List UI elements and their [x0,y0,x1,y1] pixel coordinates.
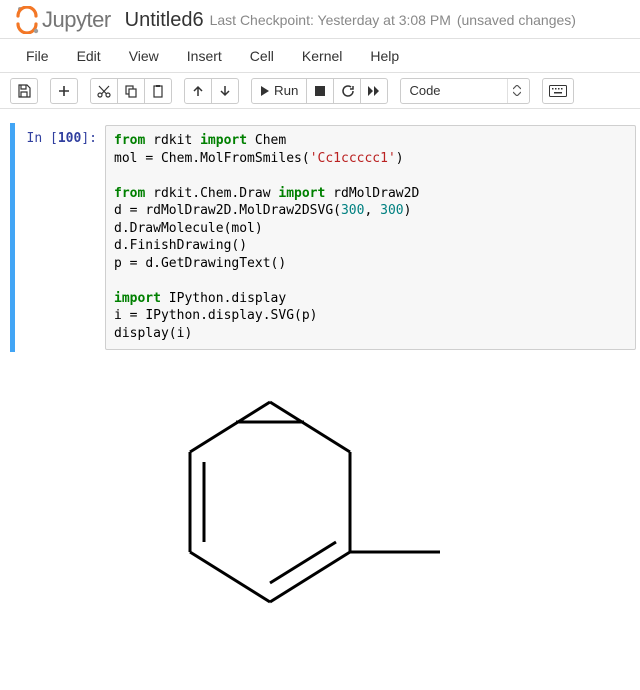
arrow-down-icon [219,85,231,97]
keyboard-icon [549,85,567,97]
menu-file[interactable]: File [12,42,63,70]
jupyter-logo-icon [14,6,40,34]
restart-run-all-button[interactable] [360,78,388,104]
menu-insert[interactable]: Insert [173,42,236,70]
add-cell-button[interactable] [50,78,78,104]
select-caret-icon [507,79,525,103]
header: Jupyter Untitled6 Last Checkpoint: Yeste… [0,0,640,39]
notebook-title[interactable]: Untitled6 [125,9,204,32]
molecule-svg-output [140,382,440,632]
logo-text: Jupyter [42,7,111,33]
checkpoint-text: Last Checkpoint: Yesterday at 3:08 PM [210,12,451,28]
menu-cell[interactable]: Cell [236,42,288,70]
menu-kernel[interactable]: Kernel [288,42,356,70]
unsaved-indicator: (unsaved changes) [457,12,576,28]
arrow-up-icon [192,85,204,97]
interrupt-button[interactable] [306,78,334,104]
save-button[interactable] [10,78,38,104]
jupyter-logo[interactable]: Jupyter [14,6,111,34]
copy-button[interactable] [117,78,145,104]
notebook-container: In [100]: from rdkit import Chem mol = C… [0,109,640,639]
save-icon [17,84,31,98]
menubar: File Edit View Insert Cell Kernel Help [0,39,640,73]
cut-button[interactable] [90,78,118,104]
cut-copy-paste-group [90,78,172,104]
move-group [184,78,239,104]
code-cell[interactable]: In [100]: from rdkit import Chem mol = C… [10,123,636,352]
run-label: Run [274,83,298,98]
restart-button[interactable] [333,78,361,104]
output-content [100,362,636,635]
code-input[interactable]: from rdkit import Chem mol = Chem.MolFro… [105,125,636,350]
input-prompt: In [100]: [15,125,105,350]
paste-icon [151,84,165,98]
run-group: Run [251,78,388,104]
copy-icon [124,84,138,98]
stop-icon [315,86,325,96]
move-up-button[interactable] [184,78,212,104]
paste-button[interactable] [144,78,172,104]
menu-edit[interactable]: Edit [63,42,115,70]
command-palette-button[interactable] [542,78,574,104]
scissors-icon [97,84,111,98]
run-button[interactable]: Run [251,78,307,104]
play-icon [260,86,270,96]
menu-view[interactable]: View [115,42,173,70]
restart-icon [340,84,354,98]
output-area [10,362,636,635]
plus-icon [58,85,70,97]
toolbar: Run Code [0,73,640,109]
menu-help[interactable]: Help [356,42,413,70]
cell-type-select[interactable]: Code [400,78,530,104]
move-down-button[interactable] [211,78,239,104]
fast-forward-icon [367,85,381,97]
